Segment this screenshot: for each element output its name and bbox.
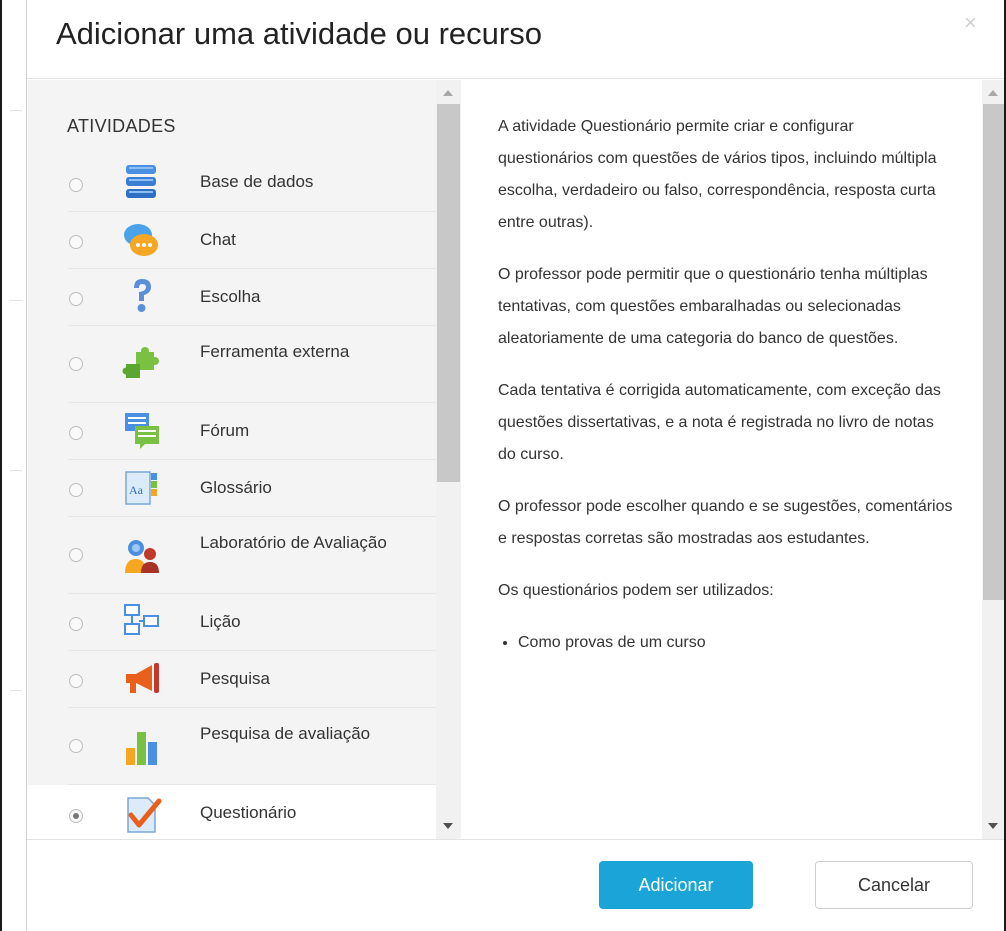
description-scrollbar-thumb[interactable] [983,104,1004,600]
activity-label: Pesquisa [200,669,270,688]
scroll-up-arrow-icon[interactable] [443,90,453,96]
activity-label: Ferramenta externa [200,342,350,361]
question-icon [134,279,151,312]
activity-radio[interactable] [69,617,83,631]
description-paragraph: A atividade Questionário permite criar e… [498,118,937,231]
activity-label: Chat [200,230,236,249]
dialog-footer: Adicionar Cancelar [27,839,1004,931]
glossary-icon: Aa [125,471,157,505]
activities-scrollbar-thumb[interactable] [437,104,460,482]
activity-label: Questionário [200,803,297,822]
description-paragraph: Os questionários podem ser utilizados: [498,582,774,599]
activity-radio[interactable] [69,739,83,753]
activity-radio[interactable] [69,178,83,192]
activity-radio[interactable] [69,674,83,688]
svg-text:Aa: Aa [129,483,144,497]
megaphone-icon [126,663,159,693]
dialog-header: Adicionar uma atividade ou recurso × [27,0,1004,79]
lesson-icon [124,604,159,635]
puzzle-icon [122,347,159,378]
activity-radio[interactable] [69,426,83,440]
activity-label: Pesquisa de avaliação [200,724,371,743]
scroll-down-arrow-icon[interactable] [443,823,453,829]
activity-option-lesson[interactable]: Lição [28,594,436,651]
description-list: Como provas de um curso [498,627,953,659]
activity-option-database[interactable]: Base de dados [28,155,436,212]
activity-option-external-tool[interactable]: Ferramenta externa [28,326,436,403]
activity-radio[interactable] [69,548,83,562]
description-paragraph: O professor pode escolher quando e se su… [498,498,953,547]
activity-option-choice[interactable]: Escolha [28,269,436,326]
activity-label: Fórum [200,421,250,440]
activity-label: Glossário [200,478,272,497]
add-button[interactable]: Adicionar [599,861,753,909]
activity-radio[interactable] [69,483,83,497]
description-paragraph: Cada tentativa é corrigida automaticamen… [498,382,941,463]
activity-description: A atividade Questionário permite criar e… [498,111,953,659]
description-paragraph: O professor pode permitir que o question… [498,266,928,347]
forum-icon [125,413,159,449]
activity-option-quiz[interactable]: Questionário [28,785,436,839]
activities-section-title: ATIVIDADES [67,116,176,136]
add-activity-dialog: Adicionar uma atividade ou recurso × ATI… [26,0,1004,931]
description-scrollbar[interactable] [982,80,1004,839]
page-backdrop [2,0,28,931]
cancel-button[interactable]: Cancelar [815,861,973,909]
activity-option-feedback[interactable]: Pesquisa de avaliação [28,708,436,785]
activity-label: Laboratório de Avaliação [200,533,387,552]
activities-list: ATIVIDADES Base de dados Chat Escolha Fe… [28,80,436,839]
activity-radio[interactable] [69,292,83,306]
close-icon[interactable]: × [964,12,977,34]
activity-radio[interactable] [69,357,83,371]
chat-icon [124,224,158,256]
activity-option-survey[interactable]: Pesquisa [28,651,436,708]
scroll-up-arrow-icon[interactable] [988,90,998,96]
activity-option-workshop[interactable]: Laboratório de Avaliação [28,517,436,594]
scroll-down-arrow-icon[interactable] [988,823,998,829]
activity-radio[interactable] [69,235,83,249]
bar-chart-icon [126,732,157,765]
quiz-icon [127,797,162,833]
activity-radio[interactable] [69,809,83,823]
activity-label: Base de dados [200,172,314,191]
activity-label: Escolha [200,287,261,306]
activity-label: Lição [200,612,241,631]
activities-scrollbar[interactable] [436,80,461,839]
activity-option-chat[interactable]: Chat [28,212,436,269]
database-icon [126,165,156,198]
activity-option-forum[interactable]: Fórum [28,403,436,460]
activity-description-panel: A atividade Questionário permite criar e… [472,80,982,839]
description-list-item: Como provas de um curso [518,627,953,659]
dialog-title: Adicionar uma atividade ou recurso [56,16,542,51]
activity-option-glossary[interactable]: Aa Glossário [28,460,436,517]
workshop-icon [125,540,159,573]
